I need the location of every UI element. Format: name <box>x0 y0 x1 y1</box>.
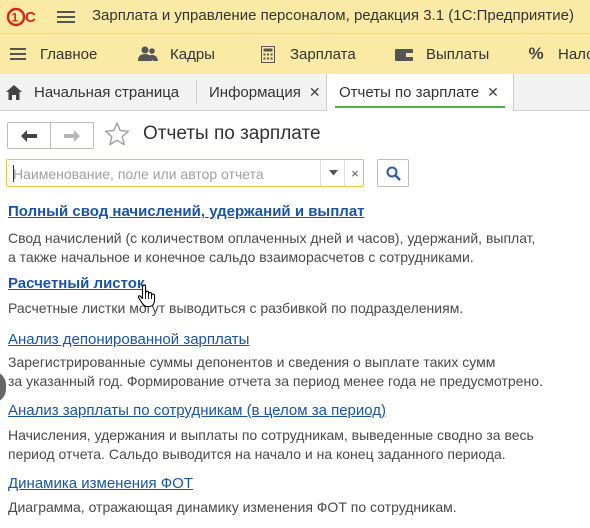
back-button[interactable] <box>8 123 51 148</box>
section-label: Кадры <box>170 45 215 63</box>
report-description: Начисления, удержания и выплаты по сотру… <box>8 427 534 462</box>
text-cursor <box>13 165 14 182</box>
search-button[interactable] <box>377 159 409 187</box>
report-description: Диаграмма, отражающая динамику изменения… <box>8 499 457 515</box>
section-taxes[interactable]: % Нало <box>526 34 590 74</box>
svg-text:1: 1 <box>12 11 19 25</box>
search-input[interactable] <box>11 162 315 186</box>
report-description: Расчетные листки могут выводиться с разб… <box>8 300 464 316</box>
navigation-buttons <box>7 122 94 149</box>
section-payments[interactable]: Выплаты <box>394 34 489 74</box>
home-icon <box>6 84 22 100</box>
svg-text:С: С <box>25 9 36 26</box>
arrow-right-icon <box>64 129 80 142</box>
section-hr[interactable]: Кадры <box>138 34 215 74</box>
hand-cursor-icon <box>137 284 156 308</box>
search-field[interactable]: × <box>6 159 364 187</box>
chevron-down-icon <box>328 170 338 176</box>
report-link-full-summary[interactable]: Полный свод начислений, удержаний и выпл… <box>8 203 365 220</box>
tab-label: Начальная страница <box>34 83 180 101</box>
tab-label: Информация <box>209 83 301 101</box>
section-label: Зарплата <box>290 45 356 63</box>
report-link-payslip[interactable]: Расчетный листок <box>8 275 144 292</box>
tab-information[interactable]: Информация ✕ <box>209 74 321 110</box>
close-icon[interactable]: ✕ <box>487 84 499 101</box>
search-icon <box>386 166 401 181</box>
tab-label: Отчеты по зарплате <box>339 84 480 101</box>
report-description: Свод начислений (с количеством оплаченны… <box>8 230 536 265</box>
section-main[interactable]: Главное <box>8 34 97 74</box>
report-description: Зарегистрированные суммы депонентов и св… <box>8 354 543 389</box>
sections-panel: Главное Кадры Зарплата Выплаты % Нало <box>0 33 590 75</box>
clear-button[interactable]: × <box>344 160 365 186</box>
people-icon <box>138 44 158 64</box>
title-bar: 1 С Зарплата и управление персоналом, ре… <box>0 0 590 33</box>
side-panel-handle[interactable] <box>0 371 6 403</box>
tab-home[interactable]: Начальная страница <box>6 74 179 110</box>
favorite-star-icon[interactable] <box>104 121 130 147</box>
forward-button[interactable] <box>51 123 93 148</box>
tab-separator <box>196 80 197 104</box>
wallet-icon <box>394 44 414 64</box>
dropdown-button[interactable] <box>320 160 345 186</box>
app-title: Зарплата и управление персоналом, редакц… <box>92 7 575 24</box>
main-menu-icon[interactable] <box>57 8 75 24</box>
report-link-payroll-dynamics[interactable]: Динамика изменения ФОТ <box>8 475 193 492</box>
active-tab-indicator <box>335 106 505 108</box>
section-salary[interactable]: Зарплата <box>258 34 356 74</box>
calculator-icon <box>258 44 278 64</box>
open-windows-bar: Начальная страница Информация ✕ Отчеты п… <box>0 74 590 111</box>
section-label: Главное <box>40 45 98 63</box>
close-icon[interactable]: ✕ <box>309 84 321 101</box>
report-link-deposited-salary[interactable]: Анализ депонированной зарплаты <box>8 331 249 348</box>
section-label: Выплаты <box>426 45 490 63</box>
section-label: Нало <box>558 45 590 63</box>
page-title: Отчеты по зарплате <box>143 123 321 144</box>
percent-icon: % <box>528 44 544 63</box>
menu-icon <box>8 44 28 64</box>
arrow-left-icon <box>21 129 37 142</box>
tab-salary-reports[interactable]: Отчеты по зарплате ✕ <box>326 74 514 111</box>
1c-logo-icon: 1 С <box>6 7 36 27</box>
report-link-salary-by-employee[interactable]: Анализ зарплаты по сотрудникам (в целом … <box>8 402 386 419</box>
